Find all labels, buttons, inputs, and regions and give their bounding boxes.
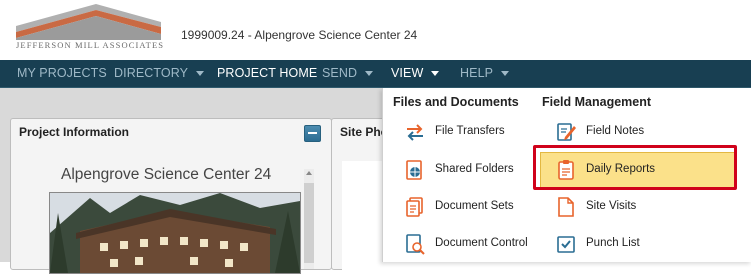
company-name: JEFFERSON MILL ASSOCIATES [16, 40, 165, 50]
field-management-heading: Field Management [542, 95, 652, 109]
menu-item-label: Document Sets [435, 200, 514, 212]
menu-item-shared-folders[interactable]: Shared Folders [404, 157, 534, 185]
document-sets-icon [406, 197, 423, 217]
menu-item-site-visits[interactable]: Site Visits [555, 194, 685, 222]
files-and-documents-heading: Files and Documents [393, 95, 519, 109]
project-title: 1999009.24 - Alpengrove Science Center 2… [181, 28, 418, 42]
nav-my-projects[interactable]: MY PROJECTS [17, 60, 107, 87]
menu-item-label: Daily Reports [586, 163, 656, 175]
main-nav: MY PROJECTS DIRECTORY PROJECT HOME SEND … [0, 60, 751, 88]
nav-project-home[interactable]: PROJECT HOME [217, 60, 317, 87]
scrollbar[interactable] [304, 169, 314, 269]
nav-directory[interactable]: DIRECTORY [114, 60, 205, 87]
project-information-panel: Project Information Alpengrove Science C… [10, 118, 332, 274]
menu-item-label: Punch List [586, 237, 640, 249]
app-header: JEFFERSON MILL ASSOCIATES 1999009.24 - A… [0, 0, 751, 61]
chevron-down-icon [501, 71, 510, 77]
chevron-down-icon [431, 71, 440, 77]
daily-reports-icon [558, 160, 574, 180]
scroll-up-icon[interactable] [306, 171, 312, 175]
document-control-icon [406, 234, 425, 255]
scroll-thumb[interactable] [304, 183, 314, 263]
menu-item-label: Shared Folders [435, 163, 514, 175]
nav-send[interactable]: SEND [322, 60, 374, 87]
chevron-down-icon [365, 71, 374, 77]
chevron-down-icon [196, 71, 205, 77]
menu-item-label: File Transfers [435, 125, 505, 137]
nav-view[interactable]: VIEW [391, 60, 440, 87]
collapse-button[interactable] [304, 125, 321, 142]
punch-list-icon [557, 236, 575, 253]
menu-item-document-control[interactable]: Document Control [404, 231, 534, 259]
project-name: Alpengrove Science Center 24 [61, 166, 272, 183]
field-notes-icon [557, 123, 576, 141]
nav-help[interactable]: HELP [460, 60, 510, 87]
menu-item-daily-reports[interactable]: Daily Reports [555, 157, 685, 185]
panel-title: Site Pho [340, 125, 389, 139]
panel-title: Project Information [19, 125, 130, 139]
building-image [50, 193, 300, 273]
menu-item-label: Document Control [435, 237, 528, 249]
menu-item-document-sets[interactable]: Document Sets [404, 194, 534, 222]
menu-item-punch-list[interactable]: Punch List [555, 231, 685, 259]
shared-folders-icon [406, 160, 422, 180]
menu-item-label: Field Notes [586, 125, 645, 137]
site-visits-icon [558, 197, 574, 217]
menu-item-file-transfers[interactable]: File Transfers [404, 119, 534, 147]
file-transfers-icon [407, 124, 423, 141]
menu-item-field-notes[interactable]: Field Notes [555, 119, 685, 147]
menu-item-label: Site Visits [586, 200, 637, 212]
